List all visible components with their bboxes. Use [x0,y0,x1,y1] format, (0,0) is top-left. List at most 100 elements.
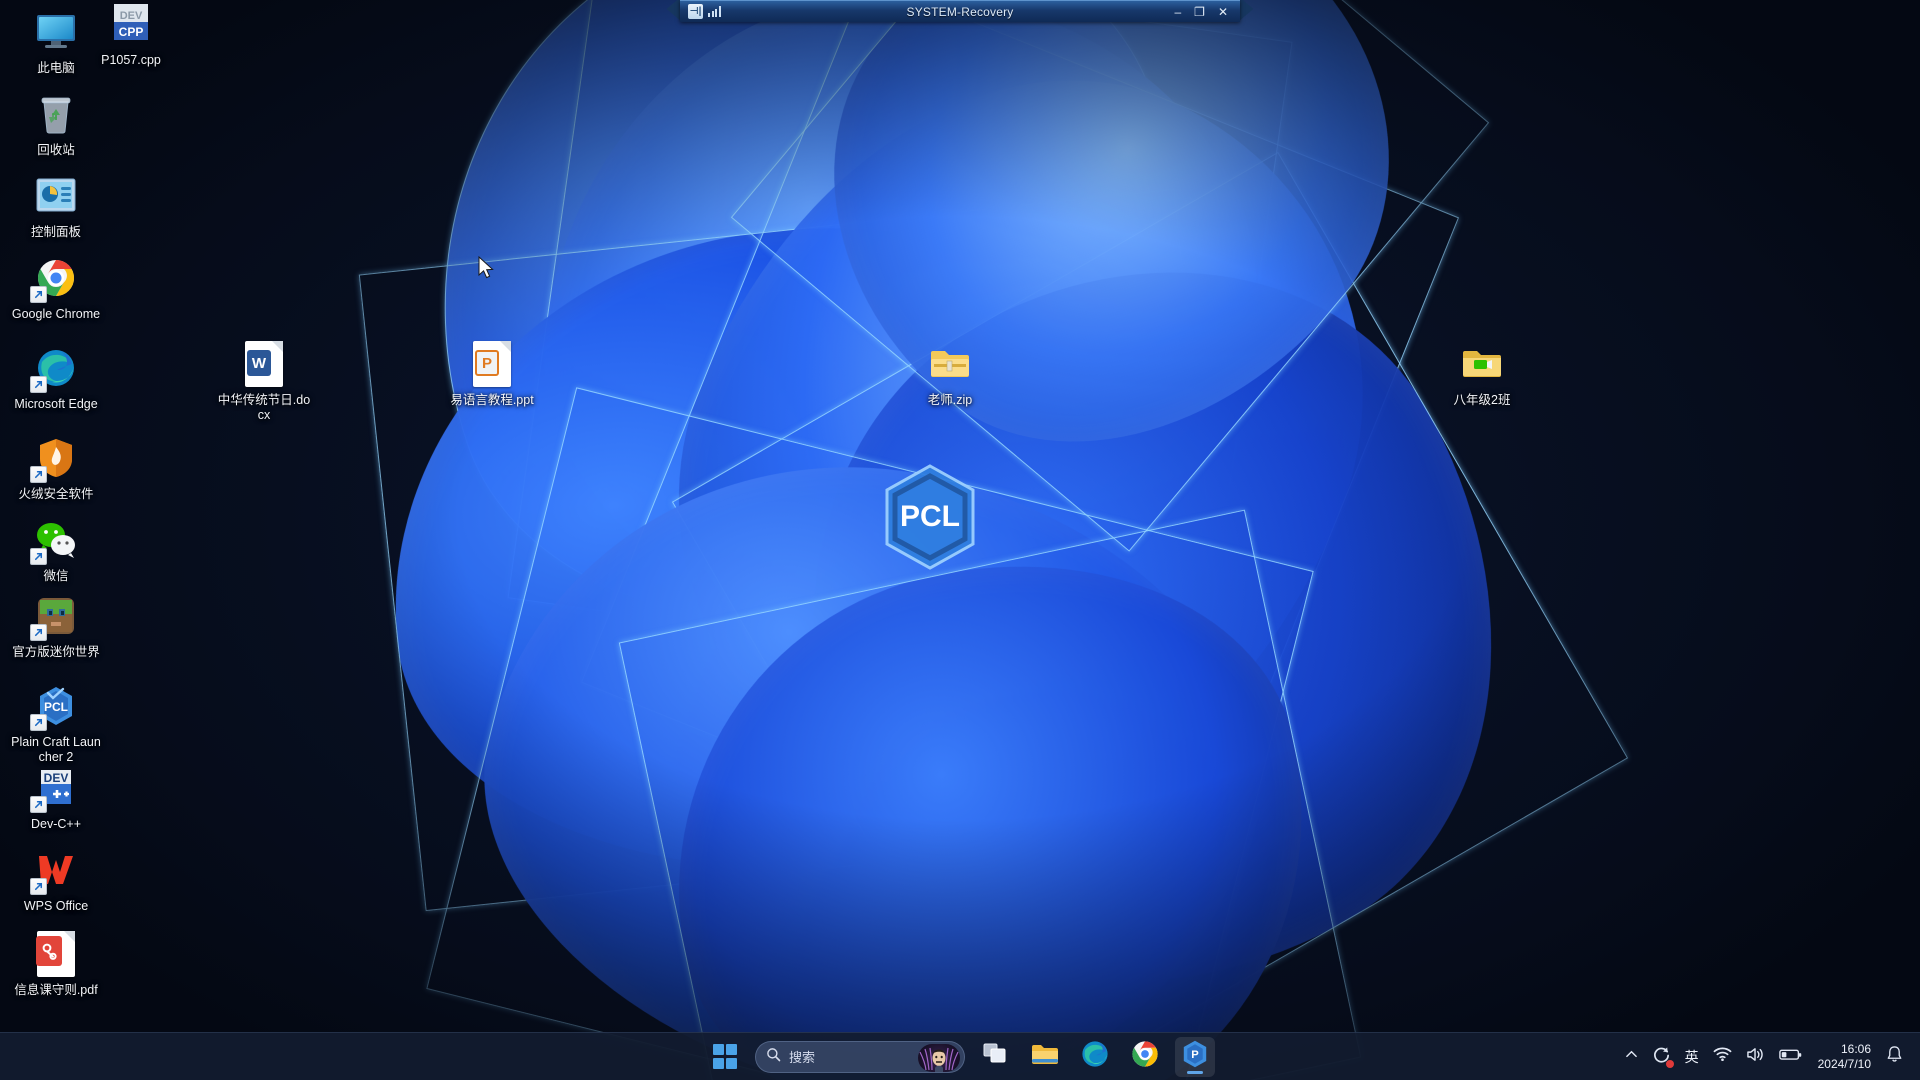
shortcut-overlay-icon [30,624,47,641]
battery-icon [1778,1046,1803,1067]
svg-text:DEV: DEV [44,771,69,785]
file-explorer-button[interactable] [1025,1037,1065,1077]
window-close-button[interactable]: ✕ [1218,6,1228,18]
desktop-icon-p1057-cpp[interactable]: DEV CPP P1057.cpp [83,0,179,68]
svg-text:DEV: DEV [120,10,143,22]
start-button[interactable] [705,1037,745,1077]
shortcut-overlay-icon [30,714,47,731]
chrome-icon [1131,1040,1159,1073]
shortcut-overlay-icon [30,548,47,565]
desktop-icon-wechat[interactable]: 微信 [8,516,104,584]
desktop-icon-laoshi-zip[interactable]: 老师.zip [902,340,998,408]
wifi-icon [1713,1046,1732,1067]
shortcut-overlay-icon [30,286,47,303]
desktop-icon-label: 此电脑 [37,61,75,75]
devcpp-icon: DEV [30,764,80,813]
desktop-icon-wps-office[interactable]: WPS Office [8,846,104,914]
pcl-hexagon-p-icon: P [1181,1039,1209,1074]
desktop-icon-label: Plain Craft Launcher 2 [11,735,101,764]
active-window-indicator [1187,1070,1203,1074]
search-icon [766,1047,781,1067]
control-panel-icon [32,172,80,220]
huorong-shield-icon [30,434,80,483]
desktop-icon-label: 火绒安全软件 [18,487,94,501]
desktop-icon-dev-cpp[interactable]: DEV Dev-C++ [8,764,104,832]
pcl-icon: PCL [30,682,80,731]
desktop-icon-label: 中华传统节日.docx [217,393,311,422]
pdf-file-icon [32,930,80,978]
shortcut-overlay-icon [30,878,47,895]
miniworld-icon [30,592,80,641]
clock-time: 16:06 [1840,1041,1871,1056]
taskbar-google-chrome[interactable] [1125,1037,1165,1077]
desktop-icon-label: Dev-C++ [30,817,82,831]
edge-icon [1081,1040,1109,1073]
recycle-bin-icon [32,90,80,138]
window-titlebar[interactable]: ⊣| SYSTEM-Recovery ‒ ❐ ✕ [680,0,1240,22]
edge-icon [30,344,80,393]
desktop-icon-label: 老师.zip [927,393,973,407]
system-tray: 英 16:06 2024/7/10 [1618,1033,1920,1080]
speaker-icon [1746,1046,1765,1068]
desktop-icon-label: Google Chrome [11,307,101,321]
desktop-icon-control-panel[interactable]: 控制面板 [8,172,104,240]
zip-folder-icon [926,340,974,388]
taskbar-system-recovery[interactable]: P [1175,1036,1215,1077]
folder-icon [1458,340,1506,388]
ime-label: 英 [1684,1048,1699,1065]
desktop-icon-label: 八年级2班 [1453,393,1511,407]
system-recovery-window[interactable]: ⊣| SYSTEM-Recovery ‒ ❐ ✕ [656,0,1264,22]
desktop-icon-yiyuyan-ppt[interactable]: P 易语言教程.ppt [444,340,540,408]
volume-button[interactable] [1739,1040,1772,1074]
desktop-icon-xinxike-pdf[interactable]: 信息课守则.pdf [8,930,104,998]
window-minimize-button[interactable]: ‒ [1174,6,1181,18]
window-maximize-button[interactable]: ❐ [1194,6,1205,18]
taskbar-microsoft-edge[interactable] [1075,1037,1115,1077]
battery-button[interactable] [1772,1040,1810,1074]
desktop-icon-label: 回收站 [37,143,75,157]
shortcut-overlay-icon [30,796,47,813]
desktop-icon-huorong[interactable]: 火绒安全软件 [8,434,104,502]
desktop-icon-miniworld[interactable]: 官方版迷你世界 [8,592,104,660]
desktop-icon-zhonghua-docx[interactable]: W 中华传统节日.docx [216,340,312,423]
windows-logo-icon [712,1044,738,1069]
desktop-icon-google-chrome[interactable]: Google Chrome [8,254,104,322]
folder-icon [1031,1042,1059,1071]
window-title: SYSTEM-Recovery [906,4,1014,19]
wps-icon [30,846,80,895]
notification-bell-button[interactable] [1879,1040,1910,1074]
task-view-button[interactable] [975,1037,1015,1077]
chrome-icon [30,254,80,303]
shortcut-overlay-icon [30,376,47,393]
clock-date: 2024/7/10 [1817,1056,1871,1071]
desktop-icon-label: WPS Office [23,899,89,913]
word-file-icon: W [240,340,288,388]
desktop-icon-label: 官方版迷你世界 [12,645,100,659]
desktop-icon-plain-craft-launcher-2[interactable]: PCL Plain Craft Launcher 2 [8,682,104,765]
huorong-tray-icon[interactable] [1645,1040,1678,1074]
task-view-icon [983,1043,1007,1070]
show-hidden-icons-button[interactable] [1618,1040,1645,1074]
search-input[interactable]: 搜索 [755,1040,965,1073]
huorong-alert-badge [1665,1059,1674,1068]
desktop-icon-label: 控制面板 [30,225,81,239]
desktop-icon-label: 易语言教程.ppt [450,393,534,407]
clock-button[interactable]: 16:06 2024/7/10 [1810,1042,1879,1072]
search-highlight-thumbnail[interactable] [918,1043,960,1072]
ime-indicator[interactable]: 英 [1678,1040,1706,1074]
desktop-icon-microsoft-edge[interactable]: Microsoft Edge [8,344,104,412]
svg-text:P: P [1191,1049,1199,1061]
devcpp-file-icon: DEV CPP [107,0,155,48]
wechat-icon [30,516,80,565]
recovery-app-icon: ⊣| [688,4,703,19]
desktop-icon-label: 微信 [43,569,69,583]
network-wifi-button[interactable] [1706,1040,1739,1074]
bell-icon [1886,1045,1903,1068]
search-placeholder: 搜索 [789,1050,816,1065]
desktop-icon-recycle-bin[interactable]: 回收站 [8,90,104,158]
desktop-icon-label: P1057.cpp [101,53,161,67]
taskbar-center-group: 搜索 P [705,1033,1215,1080]
chevron-up-icon [1625,1048,1638,1066]
desktop-icon-banji-folder[interactable]: 八年级2班 [1434,340,1530,408]
shortcut-overlay-icon [30,466,47,483]
